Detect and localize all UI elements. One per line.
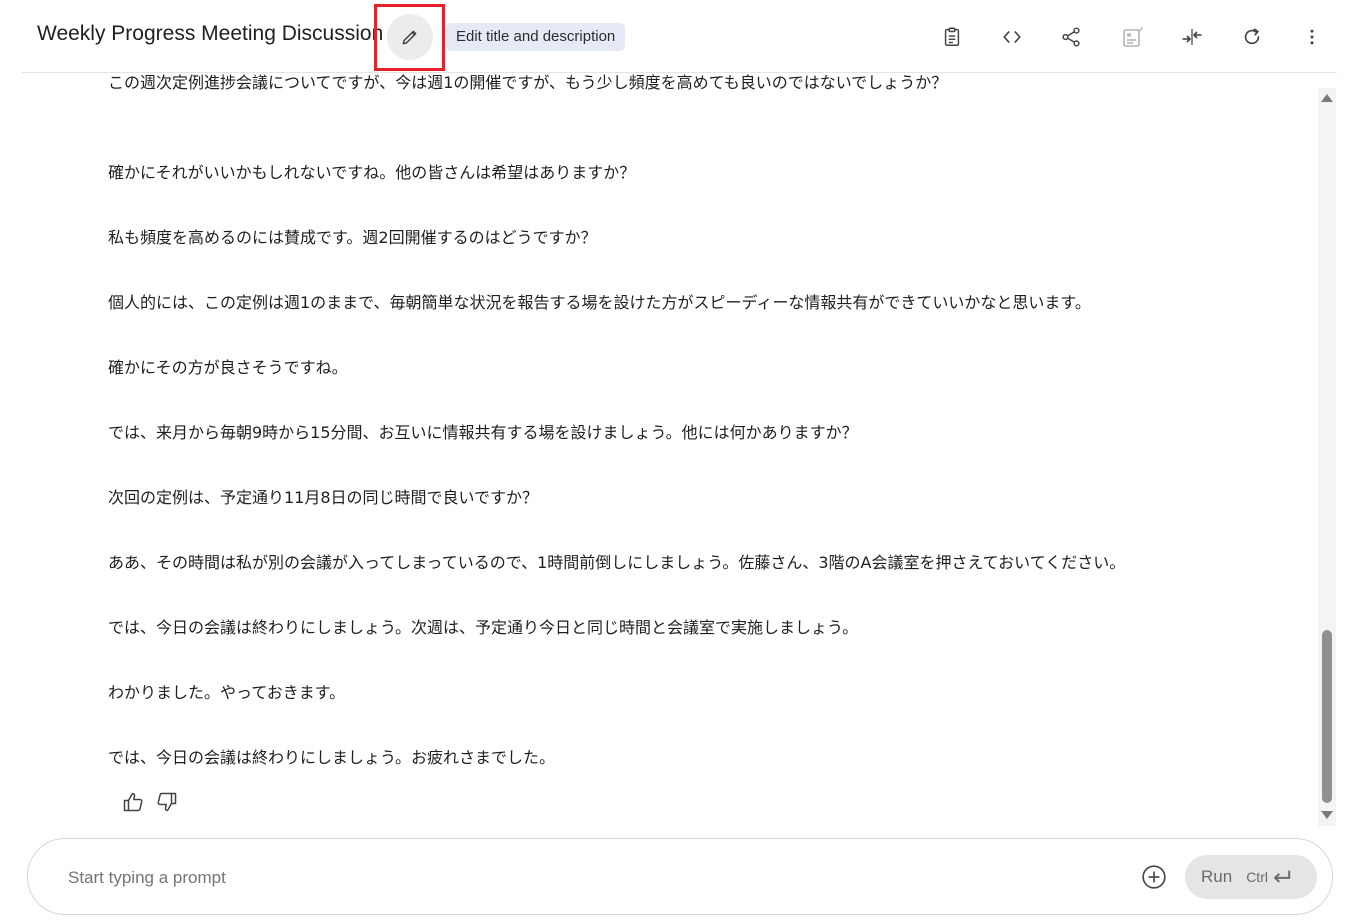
refresh-button[interactable]: [1237, 22, 1267, 52]
collapse-button[interactable]: [1177, 22, 1207, 52]
header-divider: [22, 72, 1337, 73]
thumb-up-icon: [123, 792, 143, 812]
message-text: 個人的には、この定例は週1のままで、毎朝簡単な状況を報告する場を設けた方がスピー…: [108, 293, 1091, 312]
get-code-button[interactable]: [997, 22, 1027, 52]
more-options-button[interactable]: [1297, 22, 1327, 52]
pencil-icon: [402, 30, 417, 45]
prompt-bar: Run Ctrl: [27, 838, 1333, 915]
scrollbar-thumb[interactable]: [1322, 630, 1332, 803]
add-circle-icon: [1142, 865, 1166, 889]
clipboard-icon: [944, 27, 960, 46]
bad-response-button[interactable]: [155, 790, 179, 814]
message-text: 次回の定例は、予定通り11月8日の同じ時間で良いですか？: [108, 488, 539, 507]
page-title: Weekly Progress Meeting Discussion: [37, 22, 382, 45]
message-text: ああ、その時間は私が別の会議が入ってしまっているので、1時間前倒しにしましょう。…: [108, 553, 1126, 572]
more-vert-icon: [1310, 29, 1314, 45]
scroll-up-arrow[interactable]: [1321, 94, 1333, 102]
message-text: 私も頻度を高めるのには賛成です。週2回開催するのはどうですか？: [108, 228, 597, 247]
message-text: この週次定例進捗会議についてですが、今は週1の開催ですが、もう少し頻度を高めても…: [108, 74, 948, 92]
header-bar: Weekly Progress Meeting Discussion Edit …: [0, 0, 1362, 74]
conversation-panel: この週次定例進捗会議についてですが、今は週1の開催ですが、もう少し頻度を高めても…: [0, 74, 1320, 830]
run-button[interactable]: Run Ctrl: [1185, 855, 1317, 899]
collapse-icon: [1182, 29, 1202, 45]
share-icon: [1062, 27, 1080, 47]
good-response-button[interactable]: [121, 790, 145, 814]
edit-title-button[interactable]: [387, 14, 433, 60]
thumb-down-icon: [157, 792, 177, 812]
edit-title-tooltip: Edit title and description: [446, 23, 626, 51]
prompt-input[interactable]: [68, 865, 1118, 891]
code-icon: [1003, 31, 1021, 43]
run-button-label: Run: [1201, 867, 1233, 886]
share-button[interactable]: [1056, 22, 1086, 52]
compare-button[interactable]: [1117, 22, 1147, 52]
add-media-button[interactable]: [1140, 863, 1168, 891]
message-text: では、今日の会議は終わりにしましょう。次週は、予定通り今日と同じ時間と会議室で実…: [108, 618, 859, 637]
message-text: では、来月から毎朝9時から15分間、お互いに情報共有する場を設けましょう。他には…: [108, 423, 858, 442]
message-text: 確かにそれがいいかもしれないですね。他の皆さんは希望はありますか？: [108, 163, 636, 182]
message-text: では、今日の会議は終わりにしましょう。お疲れさまでした。: [108, 748, 556, 767]
message-text: 確かにその方が良さそうですね。: [108, 358, 348, 377]
run-shortcut-label: Ctrl: [1246, 869, 1268, 885]
app-window: Weekly Progress Meeting Discussion Edit …: [0, 0, 1362, 924]
enter-arrow-icon: [1273, 870, 1291, 883]
message-text: わかりました。やっておきます。: [108, 683, 346, 702]
clipboard-button[interactable]: [937, 22, 967, 52]
refresh-icon: [1244, 28, 1260, 45]
scroll-down-arrow[interactable]: [1321, 811, 1333, 819]
compare-icon: [1123, 27, 1144, 47]
